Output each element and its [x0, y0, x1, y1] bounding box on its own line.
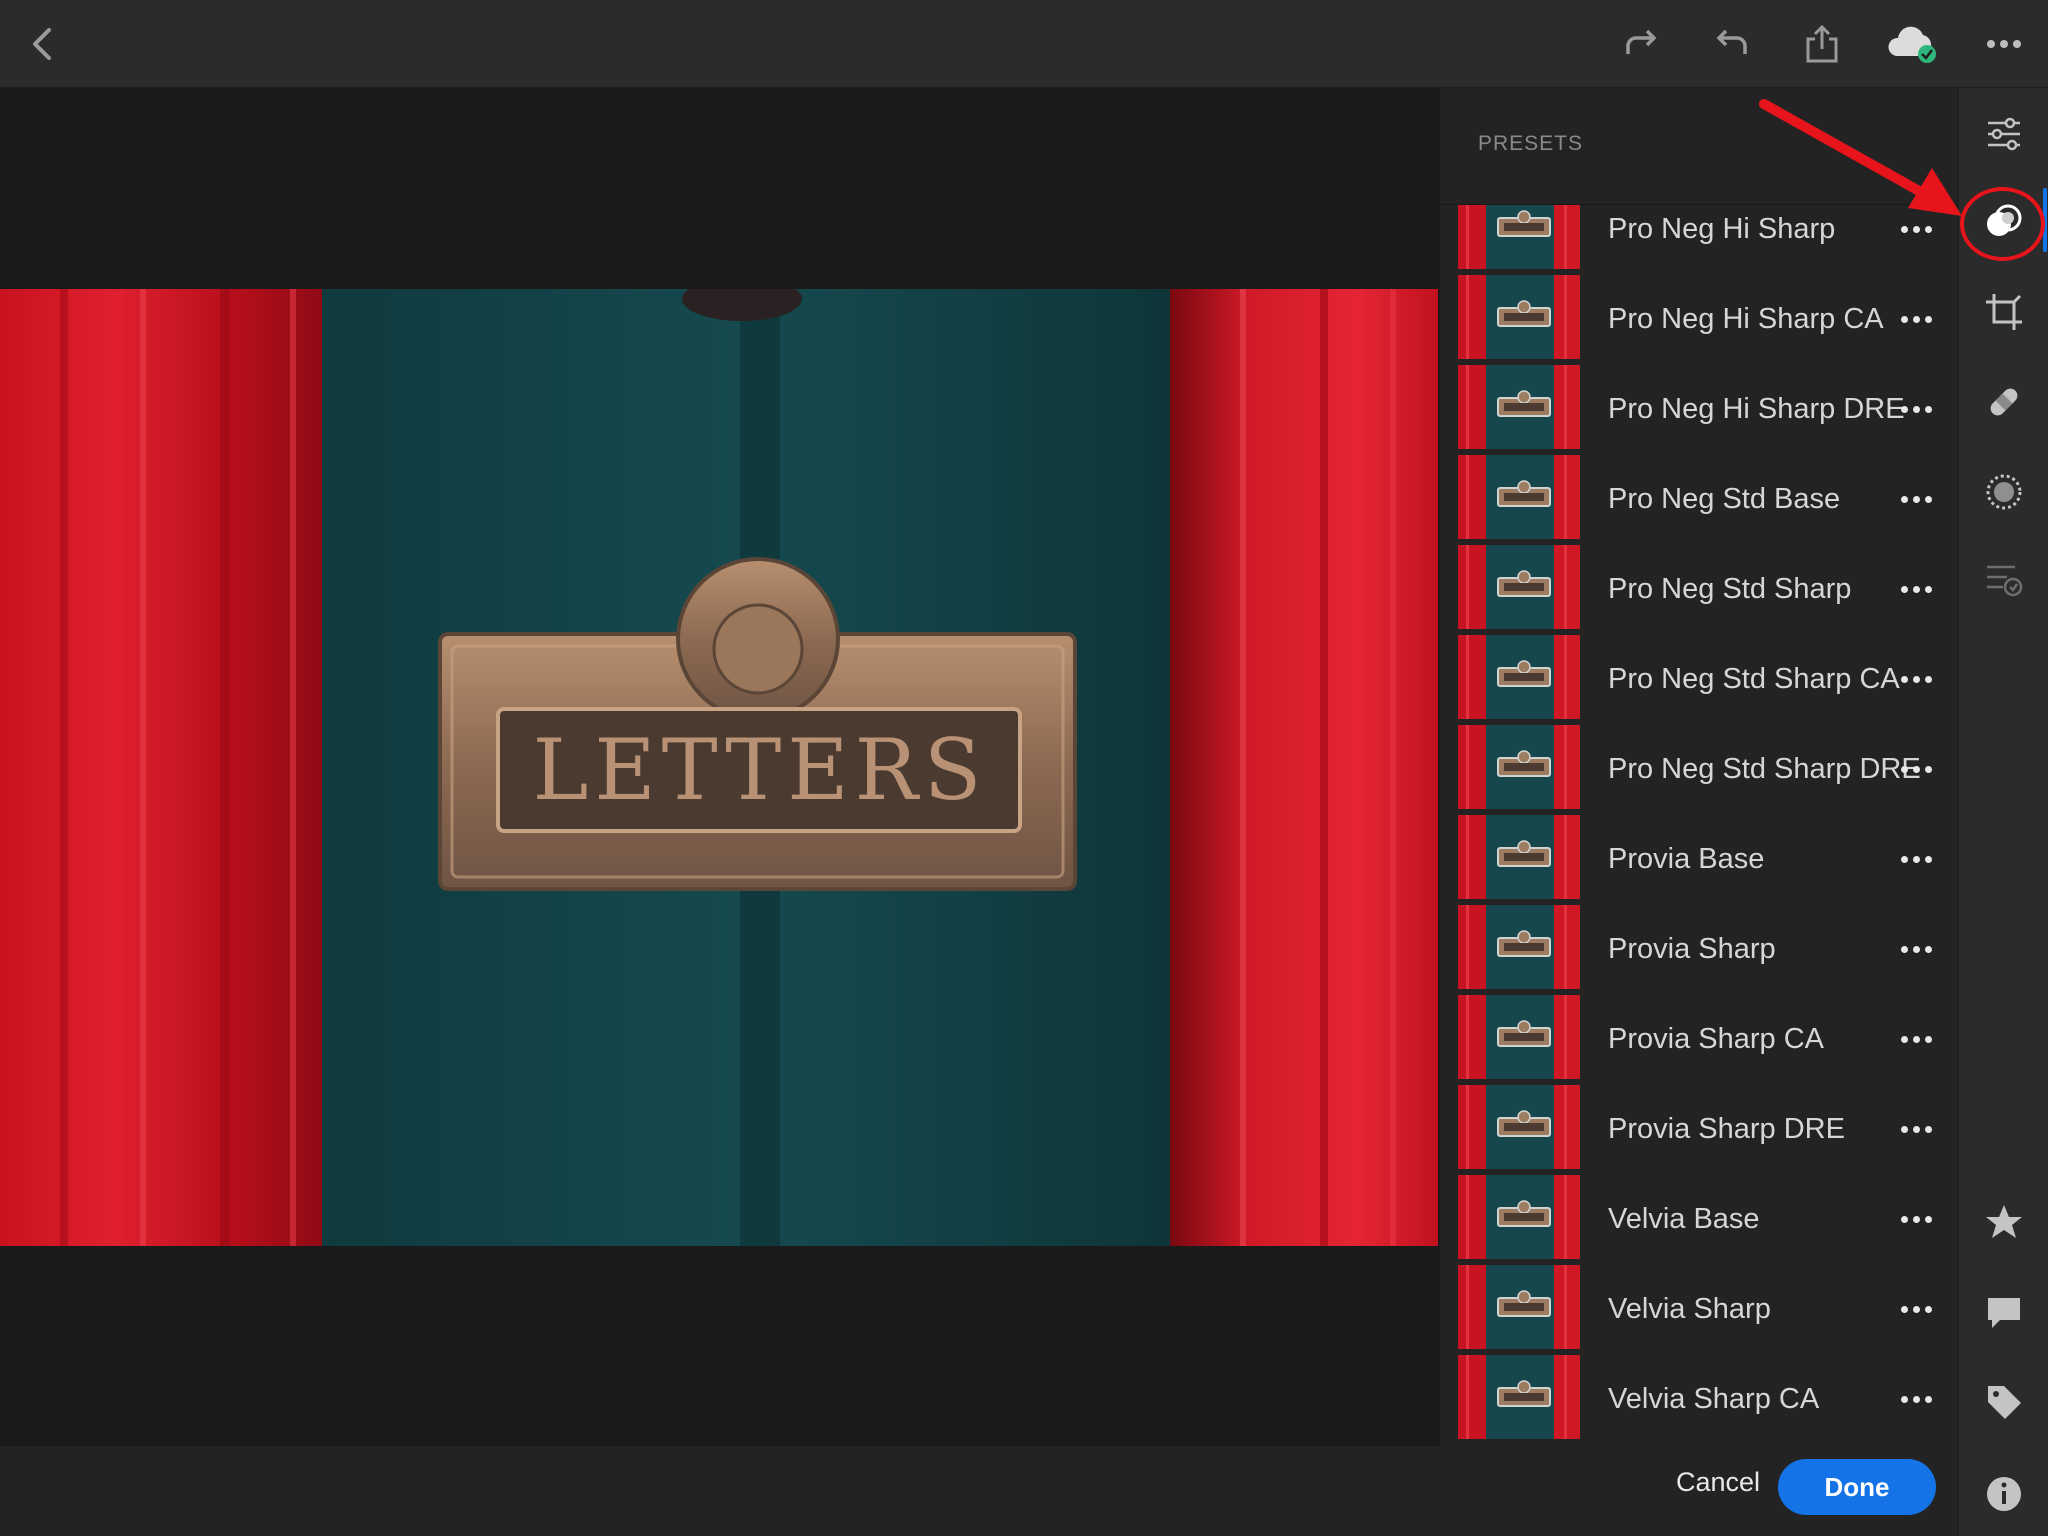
annotation-circle — [1960, 187, 2045, 261]
photo-canvas: LETTERS — [0, 88, 1440, 1446]
preset-thumbnail — [1458, 1175, 1580, 1259]
preset-thumbnail — [1458, 205, 1580, 269]
preset-label: Provia Sharp — [1608, 933, 1776, 965]
preset-thumbnail — [1458, 905, 1580, 989]
preset-item[interactable]: Provia Sharp CA — [1440, 995, 1958, 1083]
preset-label: Provia Sharp CA — [1608, 1023, 1824, 1055]
preset-thumbnail — [1458, 455, 1580, 539]
preset-list[interactable]: Pro Neg Hi Sharp Pro Neg Hi Sharp CA Pro N… — [1440, 204, 1958, 1442]
preset-thumbnail — [1458, 1355, 1580, 1439]
preset-more-icon[interactable] — [1892, 305, 1940, 333]
redo-icon[interactable] — [1618, 20, 1666, 68]
preset-item[interactable]: Pro Neg Std Sharp CA — [1440, 635, 1958, 723]
preset-more-icon[interactable] — [1892, 485, 1940, 513]
preset-item[interactable]: Velvia Base — [1440, 1175, 1958, 1263]
preset-more-icon[interactable] — [1892, 395, 1940, 423]
preset-more-icon[interactable] — [1892, 575, 1940, 603]
preset-more-icon[interactable] — [1892, 845, 1940, 873]
preset-item[interactable]: Pro Neg Std Base — [1440, 455, 1958, 543]
preset-thumbnail — [1458, 1265, 1580, 1349]
preset-thumbnail — [1458, 725, 1580, 809]
photo-image: LETTERS — [0, 289, 1438, 1246]
preset-label: Pro Neg Std Sharp CA — [1608, 663, 1900, 695]
preset-item[interactable]: Velvia Sharp CA — [1440, 1355, 1958, 1442]
versions-icon[interactable] — [1980, 556, 2028, 604]
healing-icon[interactable] — [1980, 378, 2028, 426]
preset-thumbnail — [1458, 815, 1580, 899]
preset-item[interactable]: Pro Neg Std Sharp — [1440, 545, 1958, 633]
back-icon[interactable] — [18, 20, 66, 68]
presets-panel: PRESETS Pro Neg Hi Sharp Pro Neg Hi Sharp… — [1440, 88, 1958, 1536]
preset-item[interactable]: Pro Neg Hi Sharp CA — [1440, 275, 1958, 363]
preset-label: Pro Neg Std Sharp DRE — [1608, 753, 1921, 785]
edit-sliders-icon[interactable] — [1980, 110, 2028, 158]
preset-more-icon[interactable] — [1892, 1385, 1940, 1413]
preset-more-icon[interactable] — [1892, 935, 1940, 963]
preset-more-icon[interactable] — [1892, 1115, 1940, 1143]
rating-star-icon[interactable] — [1980, 1198, 2028, 1246]
share-icon[interactable] — [1798, 20, 1846, 68]
preset-label: Pro Neg Hi Sharp DRE — [1608, 393, 1905, 425]
preset-more-icon[interactable] — [1892, 665, 1940, 693]
preset-more-icon[interactable] — [1892, 1205, 1940, 1233]
preset-label: Provia Sharp DRE — [1608, 1113, 1845, 1145]
preset-item[interactable]: Provia Base — [1440, 815, 1958, 903]
comment-icon[interactable] — [1980, 1288, 2028, 1336]
tool-rail — [1958, 88, 2048, 1536]
preset-label: Pro Neg Hi Sharp CA — [1608, 303, 1884, 335]
preset-thumbnail — [1458, 545, 1580, 629]
undo-icon[interactable] — [1707, 20, 1755, 68]
preset-thumbnail — [1458, 275, 1580, 359]
top-toolbar — [0, 0, 2048, 88]
preset-thumbnail — [1458, 1085, 1580, 1169]
bottom-strip — [0, 1446, 1440, 1536]
preset-label: Velvia Sharp — [1608, 1293, 1771, 1325]
preset-more-icon[interactable] — [1892, 755, 1940, 783]
masking-icon[interactable] — [1980, 468, 2028, 516]
annotation-arrow — [1759, 99, 1962, 216]
preset-more-icon[interactable] — [1892, 1295, 1940, 1323]
preset-label: Provia Base — [1608, 843, 1765, 875]
done-button[interactable]: Done — [1778, 1459, 1936, 1515]
panel-title: PRESETS — [1478, 132, 1584, 155]
plate-text: LETTERS — [533, 721, 988, 819]
preset-label: Pro Neg Std Base — [1608, 483, 1841, 515]
preset-more-icon[interactable] — [1892, 1025, 1940, 1053]
cloud-synced-icon[interactable] — [1884, 20, 1940, 68]
preset-thumbnail — [1458, 635, 1580, 719]
preset-item[interactable]: Provia Sharp DRE — [1440, 1085, 1958, 1173]
preset-thumbnail — [1458, 995, 1580, 1079]
cancel-button[interactable]: Cancel — [1658, 1454, 1778, 1510]
preset-thumbnail — [1458, 365, 1580, 449]
tag-icon[interactable] — [1980, 1378, 2028, 1426]
crop-icon[interactable] — [1980, 288, 2028, 336]
preset-item[interactable]: Velvia Sharp — [1440, 1265, 1958, 1353]
preset-label: Pro Neg Std Sharp — [1608, 573, 1852, 605]
preset-label: Velvia Base — [1608, 1203, 1760, 1235]
preset-item[interactable]: Pro Neg Std Sharp DRE — [1440, 725, 1958, 813]
info-icon[interactable] — [1980, 1470, 2028, 1518]
more-icon[interactable] — [1980, 20, 2028, 68]
preset-label: Velvia Sharp CA — [1608, 1383, 1820, 1415]
preset-item[interactable]: Pro Neg Hi Sharp DRE — [1440, 365, 1958, 453]
preset-item[interactable]: Provia Sharp — [1440, 905, 1958, 993]
